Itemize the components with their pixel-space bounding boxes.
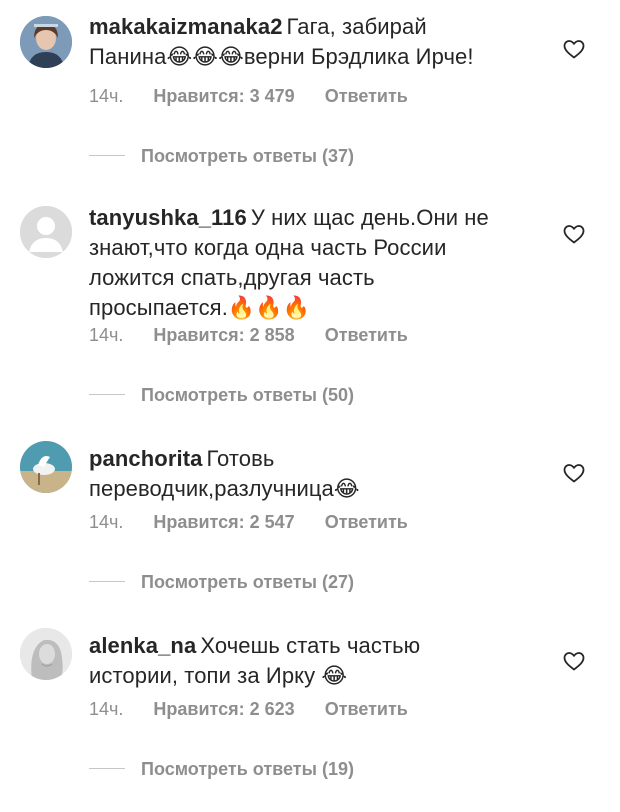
comment-username[interactable]: alenka_na	[89, 633, 196, 658]
comment-text-line: Гага, забирай	[286, 14, 427, 39]
comment-text-line: ложится спать,другая часть	[89, 265, 375, 290]
comment-text-line: У них щас день.Они не	[250, 205, 489, 230]
avatar[interactable]	[20, 16, 72, 68]
view-replies-label: Посмотреть ответы (19)	[141, 759, 354, 779]
comment-username[interactable]: tanyushka_116	[89, 205, 247, 230]
comment-username[interactable]: makakaizmanaka2	[89, 14, 283, 39]
comment-text-line: истории, топи за Ирку 😂	[89, 663, 348, 688]
comment-text-line: Готовь	[206, 446, 275, 471]
heart-outline-icon[interactable]	[562, 461, 586, 485]
view-replies-button[interactable]: Посмотреть ответы (37)	[89, 145, 354, 167]
comment-likes[interactable]: Нравится: 2 547	[153, 512, 294, 532]
divider-line	[89, 393, 125, 395]
user-photo-icon	[20, 441, 72, 493]
comment-time: 14ч.	[89, 512, 124, 532]
reply-button[interactable]: Ответить	[325, 86, 408, 106]
comment-time: 14ч.	[89, 86, 124, 106]
user-photo-icon	[20, 16, 72, 68]
divider-line	[89, 154, 125, 156]
heart-outline-icon[interactable]	[562, 222, 586, 246]
view-replies-label: Посмотреть ответы (50)	[141, 385, 354, 405]
comment-likes[interactable]: Нравится: 2 623	[153, 699, 294, 719]
comment-text-line: Панина😂😂😂верни Брэдлика Ирче!	[89, 44, 474, 69]
reply-button[interactable]: Ответить	[325, 512, 408, 532]
avatar[interactable]	[20, 441, 72, 493]
reply-button[interactable]: Ответить	[325, 325, 408, 345]
avatar[interactable]	[20, 628, 72, 680]
comment-likes[interactable]: Нравится: 3 479	[153, 86, 294, 106]
comment-text-line: Хочешь стать частью	[200, 633, 421, 658]
comment-username[interactable]: panchorita	[89, 446, 202, 471]
view-replies-button[interactable]: Посмотреть ответы (19)	[89, 758, 354, 780]
comment-time: 14ч.	[89, 699, 124, 719]
view-replies-label: Посмотреть ответы (37)	[141, 146, 354, 166]
comment-likes[interactable]: Нравится: 2 858	[153, 325, 294, 345]
divider-line	[89, 767, 125, 769]
default-avatar-icon	[20, 206, 72, 258]
view-replies-button[interactable]: Посмотреть ответы (50)	[89, 384, 354, 406]
divider-line	[89, 580, 125, 582]
comment-time: 14ч.	[89, 325, 124, 345]
comment-text-line: переводчик,разлучница😂	[89, 476, 360, 501]
comment-text-line: знают,что когда одна часть России	[89, 235, 447, 260]
user-photo-icon	[20, 628, 72, 680]
heart-outline-icon[interactable]	[562, 649, 586, 673]
heart-outline-icon[interactable]	[562, 37, 586, 61]
avatar[interactable]	[20, 206, 72, 258]
reply-button[interactable]: Ответить	[325, 699, 408, 719]
view-replies-label: Посмотреть ответы (27)	[141, 572, 354, 592]
comment-text-line: просыпается.🔥🔥🔥	[89, 295, 311, 320]
view-replies-button[interactable]: Посмотреть ответы (27)	[89, 571, 354, 593]
